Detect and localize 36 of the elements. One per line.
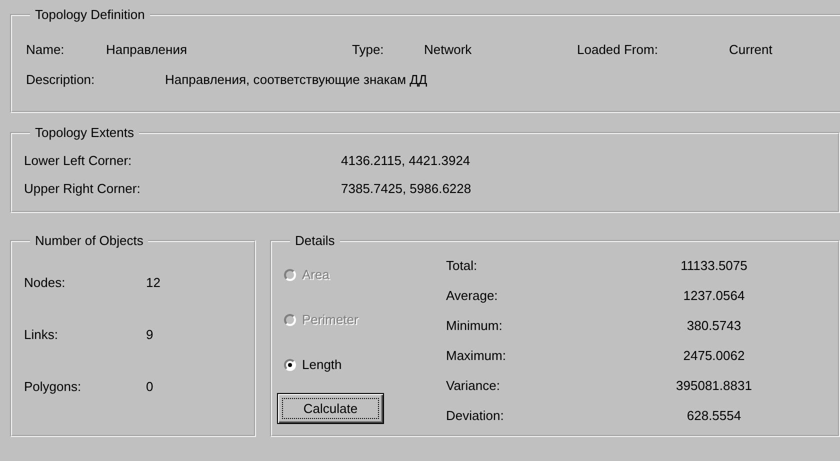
group-title: Number of Objects: [34, 233, 144, 248]
field-value: Направления: [106, 42, 188, 56]
field-label: Description:: [26, 72, 96, 86]
stat-value: 395081.8831: [675, 378, 753, 392]
count-value: 9: [146, 326, 154, 342]
group-title: Topology Extents: [34, 125, 136, 140]
stat-label: Average:: [446, 288, 499, 302]
field-value: Current: [729, 42, 774, 56]
stat-value: 380.5743: [686, 318, 742, 332]
field-label: Links:: [24, 326, 59, 342]
field-label: Polygons:: [24, 378, 82, 394]
stat-label: Variance:: [446, 378, 501, 392]
stat-value: 1237.0564: [682, 288, 746, 302]
field-value: 7385.7425, 5986.6228: [341, 180, 472, 196]
stat-label: Minimum:: [446, 318, 504, 332]
stat-value: 628.5554: [686, 408, 742, 422]
group-title: Details: [294, 233, 336, 248]
count-value: 12: [146, 274, 160, 290]
stat-label: Maximum:: [446, 348, 507, 362]
field-label: Upper Right Corner:: [24, 180, 142, 196]
field-label: Nodes:: [24, 274, 66, 290]
count-value: 0: [146, 378, 154, 394]
field-value: Направления, соответствующие знакам ДД: [165, 72, 428, 86]
stat-label: Total:: [446, 258, 478, 272]
stat-value: 2475.0062: [682, 348, 746, 362]
stat-value: 11133.5075: [680, 258, 748, 272]
field-label: Type:: [352, 42, 385, 56]
radio-option[interactable]: Length: [284, 342, 446, 387]
calculate-button[interactable]: Calculate: [277, 393, 384, 424]
field-label: Name:: [26, 42, 66, 56]
field-value: 4136.2115, 4421.3924: [341, 152, 470, 168]
field-value: Network: [424, 42, 473, 56]
field-label: Loaded From:: [577, 42, 659, 56]
group-title: Topology Definition: [34, 7, 146, 22]
field-label: Lower Left Corner:: [24, 152, 133, 168]
stat-label: Deviation:: [446, 408, 505, 422]
